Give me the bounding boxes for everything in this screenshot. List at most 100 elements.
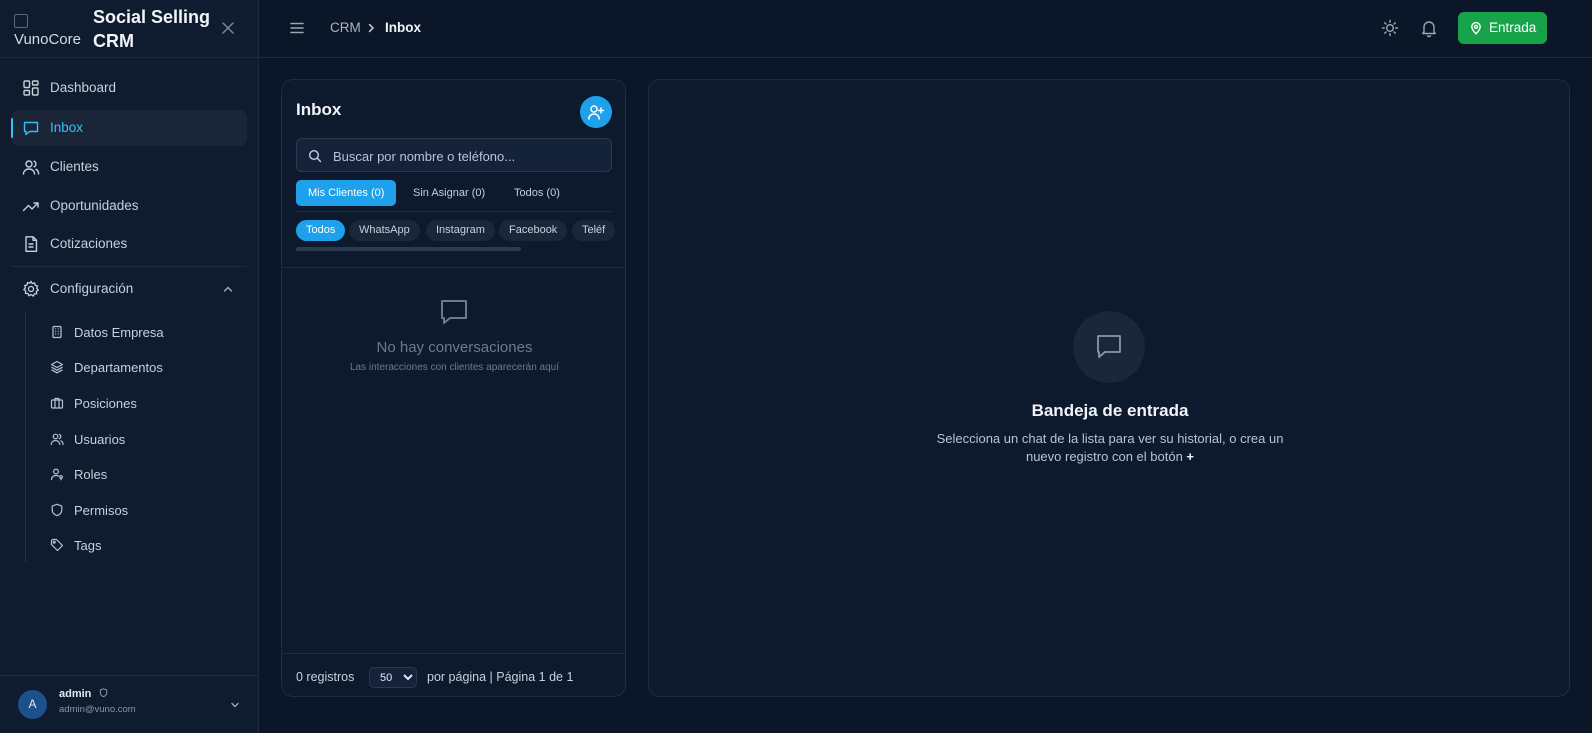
sidebar: VunoCore Social Selling CRM Dashboard In… <box>0 0 259 733</box>
briefcase-icon <box>50 397 64 409</box>
channel-chip-instagram[interactable]: Instagram <box>426 220 495 241</box>
sidebar-subitem-label: Departamentos <box>74 360 163 375</box>
channel-chips-scrollbar[interactable] <box>296 247 521 251</box>
main-description-text: Selecciona un chat de la lista para ver … <box>936 431 1284 464</box>
user-key-icon <box>50 468 63 481</box>
add-contact-button[interactable] <box>580 96 612 128</box>
sidebar-item-clientes[interactable]: Clientes <box>11 149 247 185</box>
tab-count: (0) <box>370 187 385 199</box>
channel-chip-todos[interactable]: Todos <box>296 220 346 241</box>
sidebar-item-cotizaciones[interactable]: Cotizaciones <box>11 226 247 262</box>
sidebar-item-label: Inbox <box>50 120 84 135</box>
sidebar-item-configuracion[interactable]: Configuración <box>11 271 247 307</box>
users-icon <box>22 160 40 175</box>
main-description: Selecciona un chat de la lista para ver … <box>920 430 1300 466</box>
sidebar-item-label: Dashboard <box>50 80 117 95</box>
entrada-button-label: Entrada <box>1489 20 1537 35</box>
empty-chat-badge <box>1073 311 1145 383</box>
user-email: admin@vuno.com <box>59 704 136 715</box>
search-input[interactable] <box>333 146 603 166</box>
inbox-panel: Inbox Mis Clientes (0) Sin Asignar (0) T… <box>281 79 626 697</box>
brand-title: Social Selling CRM <box>93 7 211 51</box>
chevron-down-icon[interactable] <box>229 699 241 711</box>
entrada-button[interactable]: Entrada <box>1458 12 1547 44</box>
sidebar-item-oportunidades[interactable]: Oportunidades <box>11 188 247 224</box>
tag-icon <box>50 538 64 552</box>
search-box <box>296 138 612 172</box>
channel-chip-telefono[interactable]: Teléf <box>572 220 616 241</box>
inbox-title: Inbox <box>296 100 342 119</box>
sidebar-subitem-roles[interactable]: Roles <box>40 459 240 489</box>
submenu-guide-line <box>25 312 26 562</box>
sun-theme-icon[interactable] <box>1380 18 1400 38</box>
layers-icon <box>50 360 64 374</box>
sidebar-subitem-posiciones[interactable]: Posiciones <box>40 388 240 418</box>
channel-chip-whatsapp[interactable]: WhatsApp <box>349 220 420 241</box>
page-size-select[interactable]: 10 25 50 100 <box>369 667 417 688</box>
hamburger-menu-icon[interactable] <box>288 19 306 37</box>
tab-mis-clientes[interactable]: Mis Clientes (0) <box>296 180 397 206</box>
chevron-right-icon <box>368 23 375 33</box>
tab-label: Mis Clientes <box>308 187 368 199</box>
main-title: Bandeja de entrada <box>1031 401 1189 420</box>
building-icon <box>52 325 62 339</box>
channel-chip-facebook[interactable]: Facebook <box>499 220 568 241</box>
records-count: 0 registros <box>296 670 355 684</box>
users-icon <box>50 433 64 446</box>
empty-state-subtitle: Las interacciones con clientes aparecerá… <box>349 362 560 373</box>
brand-logo-alt: VunoCore <box>14 31 81 48</box>
avatar: A <box>18 690 47 719</box>
pagination-info: por página | Página 1 de 1 <box>427 670 574 684</box>
sidebar-item-label: Cotizaciones <box>50 236 128 251</box>
sidebar-subitem-departamentos[interactable]: Departamentos <box>40 352 240 382</box>
sidebar-subitem-label: Usuarios <box>74 432 126 447</box>
sidebar-subitem-permisos[interactable]: Permisos <box>40 495 240 525</box>
sidebar-item-label: Configuración <box>50 281 134 296</box>
sidebar-subitem-label: Tags <box>74 538 102 553</box>
shield-icon <box>51 503 63 517</box>
breadcrumb-current: Inbox <box>385 20 421 35</box>
brand-header: VunoCore Social Selling CRM <box>0 0 258 58</box>
user-menu[interactable]: A admin admin@vuno.com <box>0 675 258 733</box>
tab-label: Sin Asignar <box>413 187 469 199</box>
sidebar-subitem-label: Posiciones <box>74 396 137 411</box>
sidebar-item-dashboard[interactable]: Dashboard <box>11 70 247 106</box>
sidebar-item-label: Oportunidades <box>50 198 139 213</box>
chat-icon <box>23 121 39 136</box>
sidebar-subitem-label: Roles <box>74 467 108 482</box>
breadcrumb-crm[interactable]: CRM <box>330 20 361 35</box>
tab-todos[interactable]: Todos (0) <box>502 180 572 206</box>
broken-image-icon <box>14 14 28 28</box>
sidebar-item-label: Clientes <box>50 159 99 174</box>
gear-icon <box>22 280 40 298</box>
sidebar-item-inbox[interactable]: Inbox <box>11 110 247 146</box>
dashboard-icon <box>23 80 39 96</box>
user-name: admin <box>59 688 92 700</box>
brand-logo[interactable]: VunoCore <box>14 14 84 48</box>
trend-icon <box>22 202 39 212</box>
sidebar-subitem-label: Permisos <box>74 503 129 518</box>
close-icon[interactable] <box>218 18 238 38</box>
tabs-divider <box>296 211 612 212</box>
document-icon <box>25 236 38 252</box>
tab-count: (0) <box>471 187 486 199</box>
sidebar-subitem-usuarios[interactable]: Usuarios <box>40 424 240 454</box>
bell-icon[interactable] <box>1419 18 1439 38</box>
plus-hint: + <box>1186 449 1195 464</box>
sidebar-subitem-datos-empresa[interactable]: Datos Empresa <box>40 317 240 347</box>
topbar: CRM Inbox Entrada <box>259 0 1592 58</box>
tab-label: Todos <box>514 187 544 199</box>
conversation-panel: Bandeja de entrada Selecciona un chat de… <box>648 79 1570 697</box>
empty-state-title: No hay conversaciones <box>376 339 533 356</box>
tab-sin-asignar[interactable]: Sin Asignar (0) <box>401 180 497 206</box>
sidebar-subitem-label: Datos Empresa <box>74 325 164 340</box>
list-divider <box>282 267 625 268</box>
user-plus-icon <box>588 105 605 120</box>
map-pin-icon <box>1471 21 1481 35</box>
tab-count: (0) <box>546 187 560 199</box>
sidebar-subitem-tags[interactable]: Tags <box>40 530 240 560</box>
chat-icon <box>1097 335 1121 358</box>
chat-icon <box>441 300 467 324</box>
search-icon <box>308 149 322 163</box>
footer-divider <box>282 653 625 654</box>
